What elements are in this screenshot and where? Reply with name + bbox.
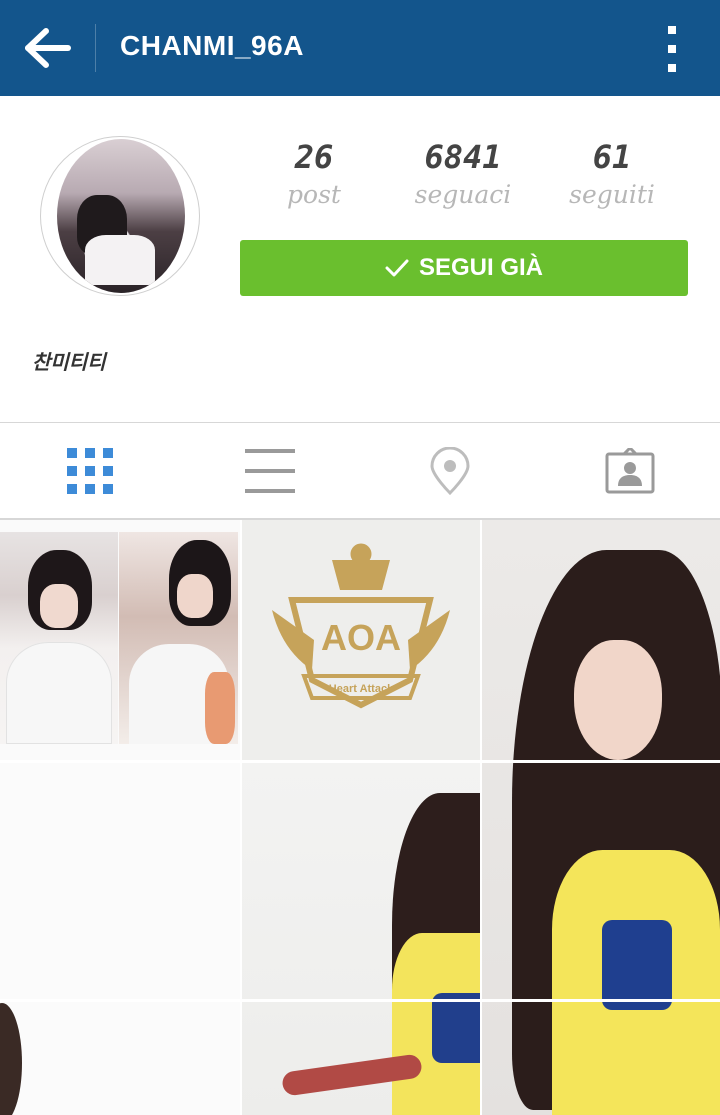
stat-followers[interactable]: 6841 seguaci [398, 138, 528, 209]
grid-photo-4[interactable] [0, 763, 240, 1115]
tab-tagged[interactable] [540, 423, 720, 518]
tab-grid[interactable] [0, 423, 180, 518]
tab-list[interactable] [180, 423, 360, 518]
tab-places[interactable] [360, 423, 540, 518]
list-icon [245, 448, 295, 493]
stat-followers-value: 6841 [424, 138, 502, 176]
grid-icon [67, 447, 113, 494]
stat-posts[interactable]: 26 post [249, 138, 379, 209]
svg-text:Heart Attack: Heart Attack [329, 683, 394, 695]
avatar-photo [57, 139, 185, 293]
svg-text:AOA: AOA [321, 617, 401, 658]
more-vert-icon [668, 26, 676, 34]
following-button[interactable]: SEGUI GIÀ [240, 240, 688, 296]
location-pin-icon [430, 446, 470, 495]
grid-photo-1[interactable] [0, 520, 240, 760]
avatar[interactable] [40, 136, 200, 296]
profile-bio: 찬미티티 [32, 350, 106, 374]
checkmark-icon [385, 259, 409, 277]
following-button-label: SEGUI GIÀ [418, 254, 544, 281]
grid-photo-3[interactable] [482, 520, 720, 1115]
stat-following-value: 61 [592, 138, 632, 176]
stat-followers-label: seguaci [414, 180, 512, 209]
arrow-left-icon [25, 28, 71, 68]
grid-photo-5[interactable] [242, 763, 480, 1115]
back-button[interactable] [22, 26, 74, 70]
stat-posts-label: post [287, 180, 341, 209]
tagged-person-icon [605, 447, 655, 493]
aoa-crest-logo: AOA Heart Attack [272, 543, 450, 709]
stat-following[interactable]: 61 seguiti [547, 138, 677, 209]
photo-grid: AOA Heart Attack [0, 520, 720, 1115]
stat-posts-value: 26 [294, 138, 334, 176]
more-options-button[interactable] [660, 26, 684, 72]
header-divider [95, 24, 96, 72]
stat-following-label: seguiti [569, 180, 655, 209]
profile-username: CHANMI_96A [120, 30, 304, 61]
app-header: CHANMI_96A [0, 0, 720, 96]
grid-photo-2[interactable]: AOA Heart Attack [242, 520, 480, 760]
